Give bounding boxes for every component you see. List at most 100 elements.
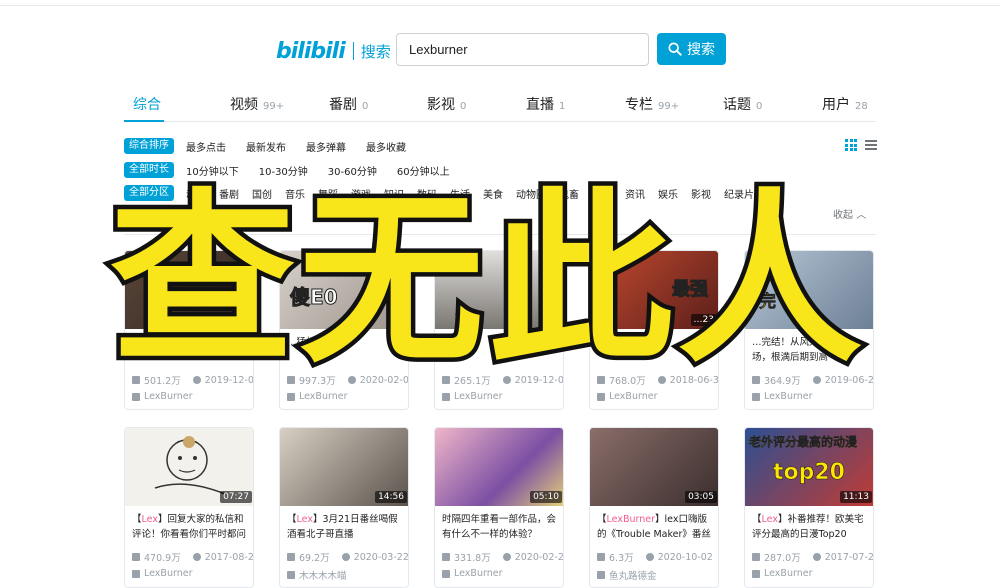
video-thumbnail[interactable]: 05:10 (435, 428, 563, 506)
zone-option[interactable]: 动画 (186, 186, 206, 201)
list-view-icon[interactable] (865, 139, 877, 151)
duration-option[interactable]: 30-60分钟 (328, 163, 377, 178)
video-title[interactable]: …改变了… (597, 335, 715, 365)
uploader-icon (287, 392, 295, 401)
zone-option[interactable]: 音乐 (285, 186, 305, 201)
tab-count: 0 (362, 101, 369, 112)
sort-option[interactable]: 最多弹幕 (306, 139, 346, 154)
uploader-icon (442, 392, 450, 401)
video-thumbnail[interactable]: 07:27 (125, 428, 253, 506)
video-thumbnail[interactable] (125, 251, 253, 329)
zone-option[interactable]: 国创 (252, 186, 272, 201)
zone-option[interactable]: 时尚 (592, 186, 612, 201)
clock-icon (812, 376, 821, 384)
uploader[interactable]: 鱼丸路德金 (597, 568, 657, 582)
video-card[interactable]: 03:05 【LexBurner】lex口嗨版的《Trouble Maker》番… (589, 427, 719, 588)
video-title[interactable]: 【LexBurner】lex口嗨版的《Trouble Maker》番丝老 (597, 512, 715, 542)
uploader[interactable]: 木木木木喵 (287, 568, 347, 582)
tab-label: 影视 (427, 97, 455, 113)
tab-live[interactable]: 直播 1 (526, 94, 565, 114)
uploader[interactable]: LexBurner (752, 391, 812, 402)
video-card[interactable]: …办公… 265.1万2019-12-08 LexBurner (434, 250, 564, 410)
zone-option[interactable]: 番剧 (219, 186, 239, 201)
search-input[interactable]: Lexburner (396, 33, 649, 66)
uploader[interactable]: LexBurner (132, 568, 192, 579)
duration-option[interactable]: 60分钟以上 (397, 163, 450, 178)
tab-article[interactable]: 专栏 99+ (625, 94, 679, 114)
grid-view-icon[interactable] (845, 139, 857, 151)
video-title[interactable]: …完结！从风光无…映退场，根満后期到高 (752, 335, 870, 365)
zone-option[interactable]: 游戏 (351, 186, 371, 201)
video-card[interactable]: 07:27 【Lex】回复大家的私信和评论！你看看你们平时都问 470.9万 20… (124, 427, 254, 588)
search-button[interactable]: 搜索 (657, 33, 726, 65)
video-thumbnail[interactable]: 银魂 完 (745, 251, 873, 329)
tab-bangumi[interactable]: 番剧 0 (329, 94, 368, 114)
tab-user[interactable]: 用户 28 (822, 94, 868, 114)
sort-option[interactable]: 最多收藏 (366, 139, 406, 154)
sort-option[interactable]: 最新发布 (246, 139, 286, 154)
play-count-icon (287, 376, 295, 384)
zone-option[interactable]: 知识 (384, 186, 404, 201)
video-title[interactable]: 【Lex】回复大家的私信和评论！你看看你们平时都问 (132, 512, 250, 542)
tab-film[interactable]: 影视 0 (427, 94, 466, 114)
video-thumbnail[interactable]: 老外评分最高的动漫 top20 11:13 (745, 428, 873, 506)
duration-selected[interactable]: 全部时长 (124, 162, 174, 178)
video-title[interactable]: 【Lex】3月21日番丝喝假酒看北子哥直播 (287, 512, 405, 542)
site-logo[interactable]: bilibili 搜索 (276, 36, 391, 66)
zone-selected[interactable]: 全部分区 (124, 185, 174, 201)
zone-option[interactable]: 生活 (450, 186, 470, 201)
tab-count: 0 (756, 101, 763, 112)
tab-label: 用户 (822, 97, 850, 113)
video-duration: 05:10 (530, 491, 562, 503)
zone-option[interactable]: 动物圈 (516, 186, 546, 201)
video-thumbnail[interactable]: 傻E0 (280, 251, 408, 329)
zone-option[interactable]: 影视 (691, 186, 711, 201)
video-title[interactable]: 【Lex】补番推荐！欧美宅评分最高的日漫Top20 (752, 512, 870, 542)
video-title[interactable]: 【Lex】… (132, 335, 250, 365)
top-nav-bar (0, 0, 1000, 6)
video-card[interactable]: 傻E0 …猛打！…开始 997.3万2020-02-08 LexBurner (279, 250, 409, 410)
clock-icon (657, 376, 666, 384)
video-title[interactable]: 时隔四年重看一部作品，会有什么不一样的体验？ (442, 512, 560, 542)
uploader[interactable]: LexBurner (132, 391, 192, 402)
video-title[interactable]: …办公… (442, 335, 560, 365)
zone-option[interactable]: 数码 (417, 186, 437, 201)
uploader[interactable]: LexBurner (597, 391, 657, 402)
sort-selected[interactable]: 综合排序 (124, 138, 174, 154)
tab-video[interactable]: 视频 99+ (230, 94, 284, 114)
uploader[interactable]: LexBurner (442, 568, 502, 579)
zone-option[interactable]: 美食 (483, 186, 503, 201)
zone-option[interactable]: 鬼畜 (559, 186, 579, 201)
video-meta: 768.0万2018-06-30 (597, 373, 718, 387)
uploader[interactable]: LexBurner (752, 568, 812, 579)
tab-topic[interactable]: 话题 0 (723, 94, 762, 114)
video-card[interactable]: 【Lex】… 501.2万2019-12-07 LexBurner (124, 250, 254, 410)
collapse-filters-button[interactable]: 收起 ︿ (833, 206, 866, 221)
filter-divider (124, 234, 876, 235)
video-card[interactable]: 05:10 时隔四年重看一部作品，会有什么不一样的体验？ 331.8万 2020-… (434, 427, 564, 588)
video-card[interactable]: 银魂 完 …完结！从风光无…映退场，根満后期到高 364.9万 2019-06-2… (744, 250, 874, 410)
uploader-icon (597, 392, 605, 401)
video-thumbnail[interactable]: 最强 …23 (590, 251, 718, 329)
duration-option[interactable]: 10-30分钟 (259, 163, 308, 178)
video-title[interactable]: …猛打！…开始 (287, 335, 405, 365)
logo-separator (352, 42, 354, 60)
video-card[interactable]: 老外评分最高的动漫 top20 11:13 【Lex】补番推荐！欧美宅评分最高的… (744, 427, 874, 588)
uploader[interactable]: LexBurner (442, 391, 502, 402)
sort-option[interactable]: 最多点击 (186, 139, 226, 154)
duration-option[interactable]: 10分钟以下 (186, 163, 239, 178)
zone-option[interactable]: 资讯 (625, 186, 645, 201)
thumb-banner-text: top20 (773, 460, 846, 486)
video-thumbnail[interactable] (435, 251, 563, 329)
zone-option[interactable]: 娱乐 (658, 186, 678, 201)
video-card[interactable]: 最强 …23 …改变了… 768.0万2018-06-30 LexBurner (589, 250, 719, 410)
zone-option[interactable]: 舞蹈 (318, 186, 338, 201)
zone-option[interactable]: 纪录片 (724, 186, 754, 201)
tab-label: 综合 (133, 97, 161, 113)
uploader[interactable]: LexBurner (287, 391, 347, 402)
video-thumbnail[interactable]: 03:05 (590, 428, 718, 506)
video-thumbnail[interactable]: 14:56 (280, 428, 408, 506)
video-card[interactable]: 14:56 【Lex】3月21日番丝喝假酒看北子哥直播 69.2万 2020-03… (279, 427, 409, 588)
tab-all[interactable]: 综合 (133, 94, 161, 114)
zone-filter-row: 全部分区 动画 番剧 国创 音乐 舞蹈 游戏 知识 数码 生活 美食 动物圈 鬼… (124, 185, 767, 201)
